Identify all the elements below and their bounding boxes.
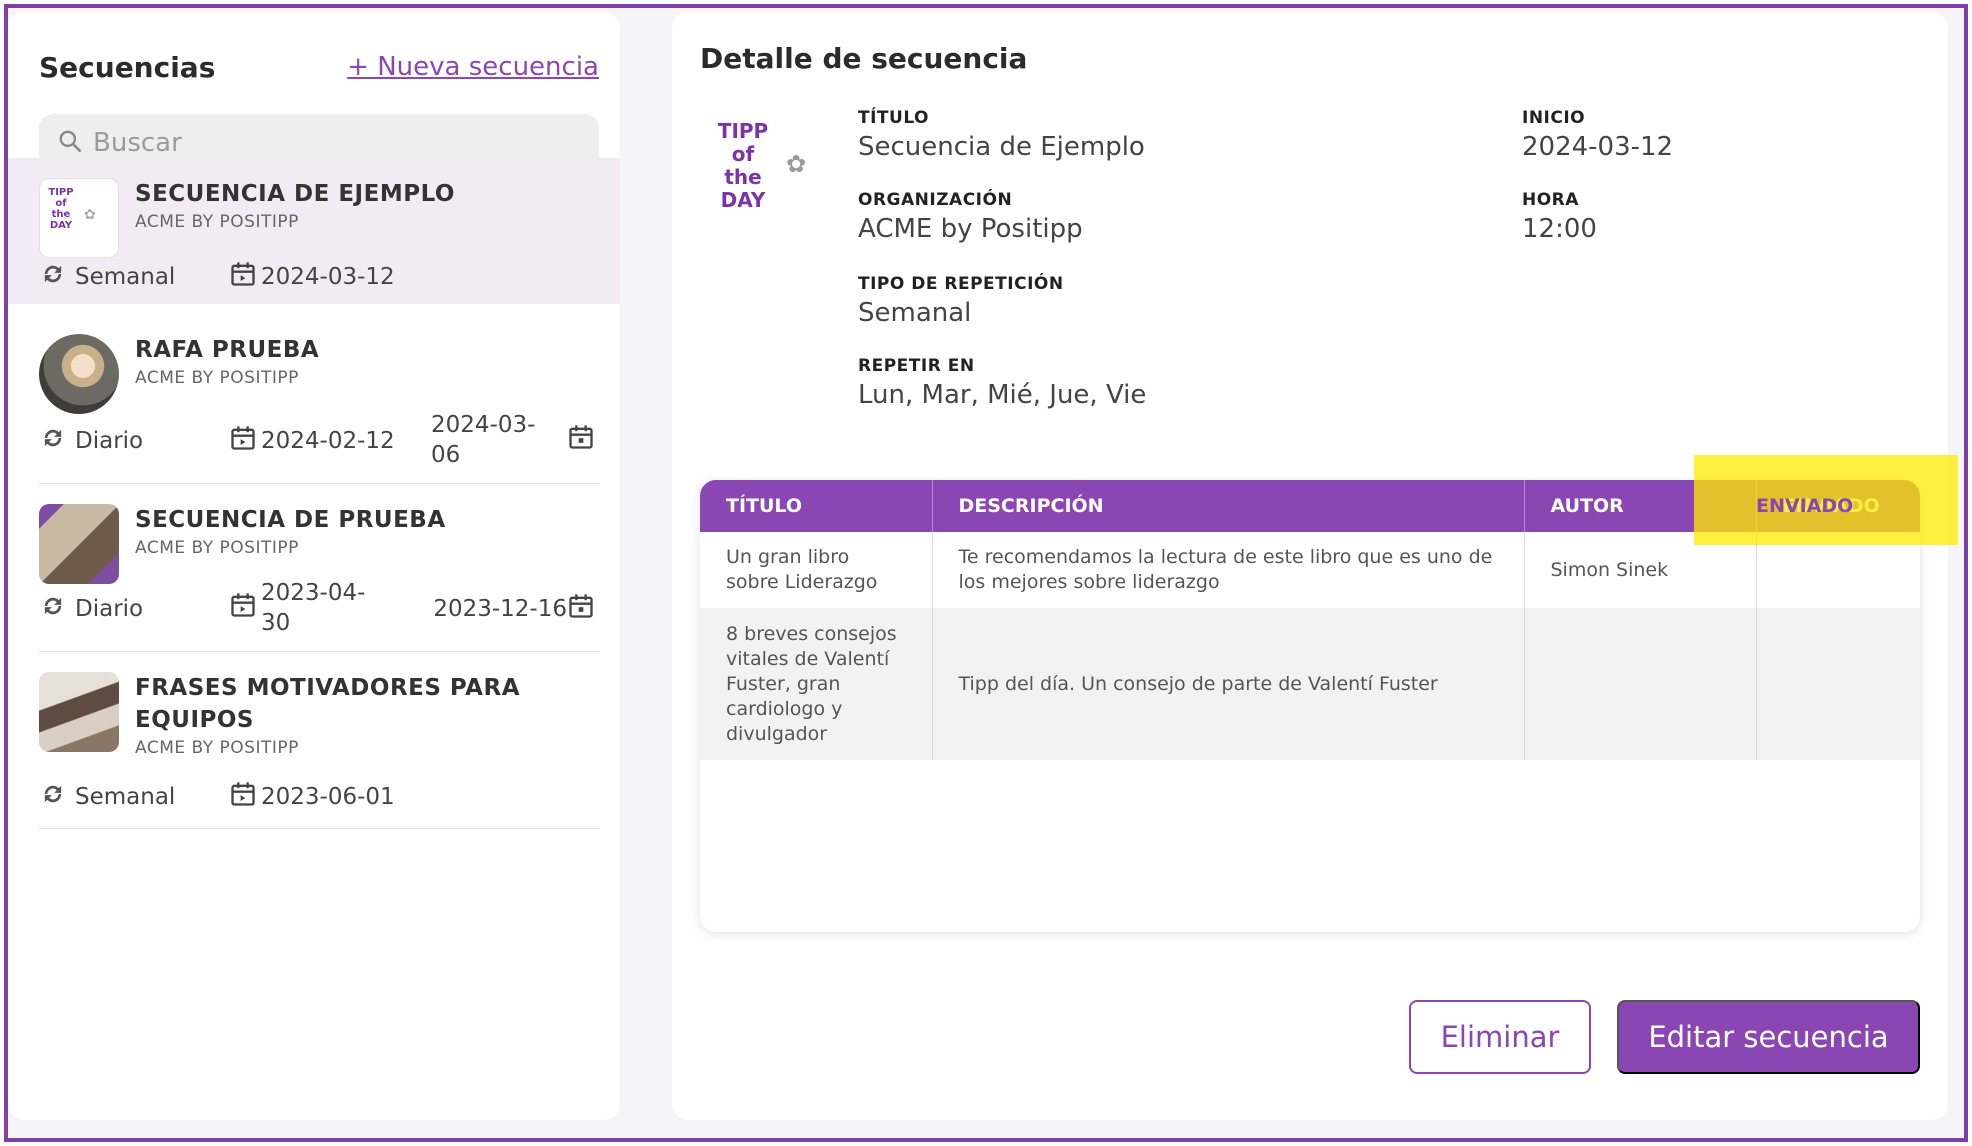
tipp-logo-thumbnail: TIPP of the DAY ✿ xyxy=(39,178,119,258)
sequence-list-panel: Secuencias + Nueva secuencia TIPPoftheDA… xyxy=(8,12,620,1120)
hora-label: HORA xyxy=(1522,190,1579,210)
calendar-icon xyxy=(567,592,599,626)
detail-panel: Detalle de secuencia TIPP of the DAY ✿ TÍTU… xyxy=(672,12,1948,1120)
tipp-of-the-day-logo: TIPP of the DAY ✿ xyxy=(717,119,807,212)
titulo-value: Secuencia de Ejemplo xyxy=(858,132,1145,162)
start-date: 2023-04-30 xyxy=(261,580,366,636)
column-header-descripcion[interactable]: DESCRIPCIÓN xyxy=(932,480,1525,532)
table-row[interactable]: 8 breves consejos vitales de Valentí Fus… xyxy=(700,608,1920,760)
cell-descripcion: Tipp del día. Un consejo de parte de Val… xyxy=(932,608,1525,760)
item-org: ACME BY POSITIPP xyxy=(135,368,299,388)
item-name: SECUENCIA DE EJEMPLO xyxy=(135,181,455,207)
calendar-icon xyxy=(229,260,261,294)
divider xyxy=(39,483,599,484)
list-item[interactable]: FRASES MOTIVADORES PARA EQUIPOS ACME BY … xyxy=(8,660,620,829)
item-org: ACME BY POSITIPP xyxy=(135,738,299,758)
titulo-label: TÍTULO xyxy=(858,108,929,128)
organizacion-value: ACME by Positipp xyxy=(858,214,1083,244)
list-item[interactable]: RAFA PRUEBA ACME BY POSITIPP Diario 2024… xyxy=(8,324,620,484)
end-date: 2024-03-06 xyxy=(431,412,536,468)
cell-enviado xyxy=(1756,608,1920,760)
cell-autor xyxy=(1524,608,1757,760)
start-date: 2024-02-12 xyxy=(261,428,395,454)
repeat-icon xyxy=(39,260,75,294)
repeat-label: Diario xyxy=(75,596,144,622)
hora-value: 12:00 xyxy=(1522,214,1597,244)
item-meta: Semanal 2023-06-01 xyxy=(39,772,599,816)
repeat-label: Diario xyxy=(75,428,144,454)
repetir-en-value: Lun, Mar, Mié, Jue, Vie xyxy=(858,380,1147,410)
flower-icon: ✿ xyxy=(786,150,807,178)
repeat-icon xyxy=(39,592,75,626)
search-input[interactable] xyxy=(93,128,573,158)
avatar xyxy=(39,334,119,414)
item-meta: Diario 2023-04-30 2023-12-16 xyxy=(39,580,599,636)
divider xyxy=(39,651,599,652)
repetir-en-label: REPETIR EN xyxy=(858,356,975,376)
item-name: RAFA PRUEBA xyxy=(135,337,320,363)
divider xyxy=(39,828,599,829)
item-meta: Semanal 2024-03-12 xyxy=(39,252,599,296)
tipo-repeticion-label: TIPO DE REPETICIÓN xyxy=(858,274,1064,294)
repeat-icon xyxy=(39,780,75,814)
list-item[interactable]: SECUENCIA DE PRUEBA ACME BY POSITIPP Dia… xyxy=(8,492,620,652)
search-icon xyxy=(57,128,83,158)
detail-title: Detalle de secuencia xyxy=(700,42,1028,75)
item-org: ACME BY POSITIPP xyxy=(135,212,299,232)
column-header-titulo[interactable]: TÍTULO xyxy=(700,480,933,532)
cell-titulo: Un gran libro sobre Liderazgo xyxy=(700,532,933,608)
delete-button[interactable]: Eliminar xyxy=(1409,1000,1591,1074)
list-header: Secuencias + Nueva secuencia xyxy=(39,42,599,92)
cell-titulo: 8 breves consejos vitales de Valentí Fus… xyxy=(700,608,933,760)
team-photo-thumbnail xyxy=(39,672,119,752)
item-meta: Diario 2024-02-12 2024-03-06 xyxy=(39,412,599,468)
new-sequence-link[interactable]: + Nueva secuencia xyxy=(347,52,599,82)
end-date: 2023-12-16 xyxy=(433,596,567,622)
edit-sequence-button[interactable]: Editar secuencia xyxy=(1617,1000,1920,1074)
organizacion-label: ORGANIZACIÓN xyxy=(858,190,1013,210)
inicio-label: INICIO xyxy=(1522,108,1586,128)
item-name: SECUENCIA DE PRUEBA xyxy=(135,507,446,533)
list-title: Secuencias xyxy=(39,50,216,84)
tipo-repeticion-value: Semanal xyxy=(858,298,972,328)
calendar-icon xyxy=(567,423,599,457)
group-photo-thumbnail xyxy=(39,504,119,584)
enviado-highlight-label: ENVIADO xyxy=(1756,495,1854,517)
list-item[interactable]: TIPP of the DAY ✿ SECUENCIA DE EJEMPLO ACME… xyxy=(8,158,620,304)
tipps-table-card: TÍTULO DESCRIPCIÓN AUTOR ENVIADO Un gran… xyxy=(700,480,1920,932)
calendar-icon xyxy=(229,591,261,625)
calendar-icon xyxy=(229,780,261,814)
inicio-value: 2024-03-12 xyxy=(1522,132,1674,162)
repeat-label: Semanal xyxy=(75,784,176,810)
repeat-label: Semanal xyxy=(75,264,176,290)
calendar-icon xyxy=(229,424,261,458)
start-date: 2023-06-01 xyxy=(261,784,395,810)
item-org: ACME BY POSITIPP xyxy=(135,538,299,558)
start-date: 2024-03-12 xyxy=(261,264,395,290)
item-name: FRASES MOTIVADORES PARA EQUIPOS xyxy=(135,675,520,733)
repeat-icon xyxy=(39,424,75,458)
cell-descripcion: Te recomendamos la lectura de este libro… xyxy=(932,532,1525,608)
